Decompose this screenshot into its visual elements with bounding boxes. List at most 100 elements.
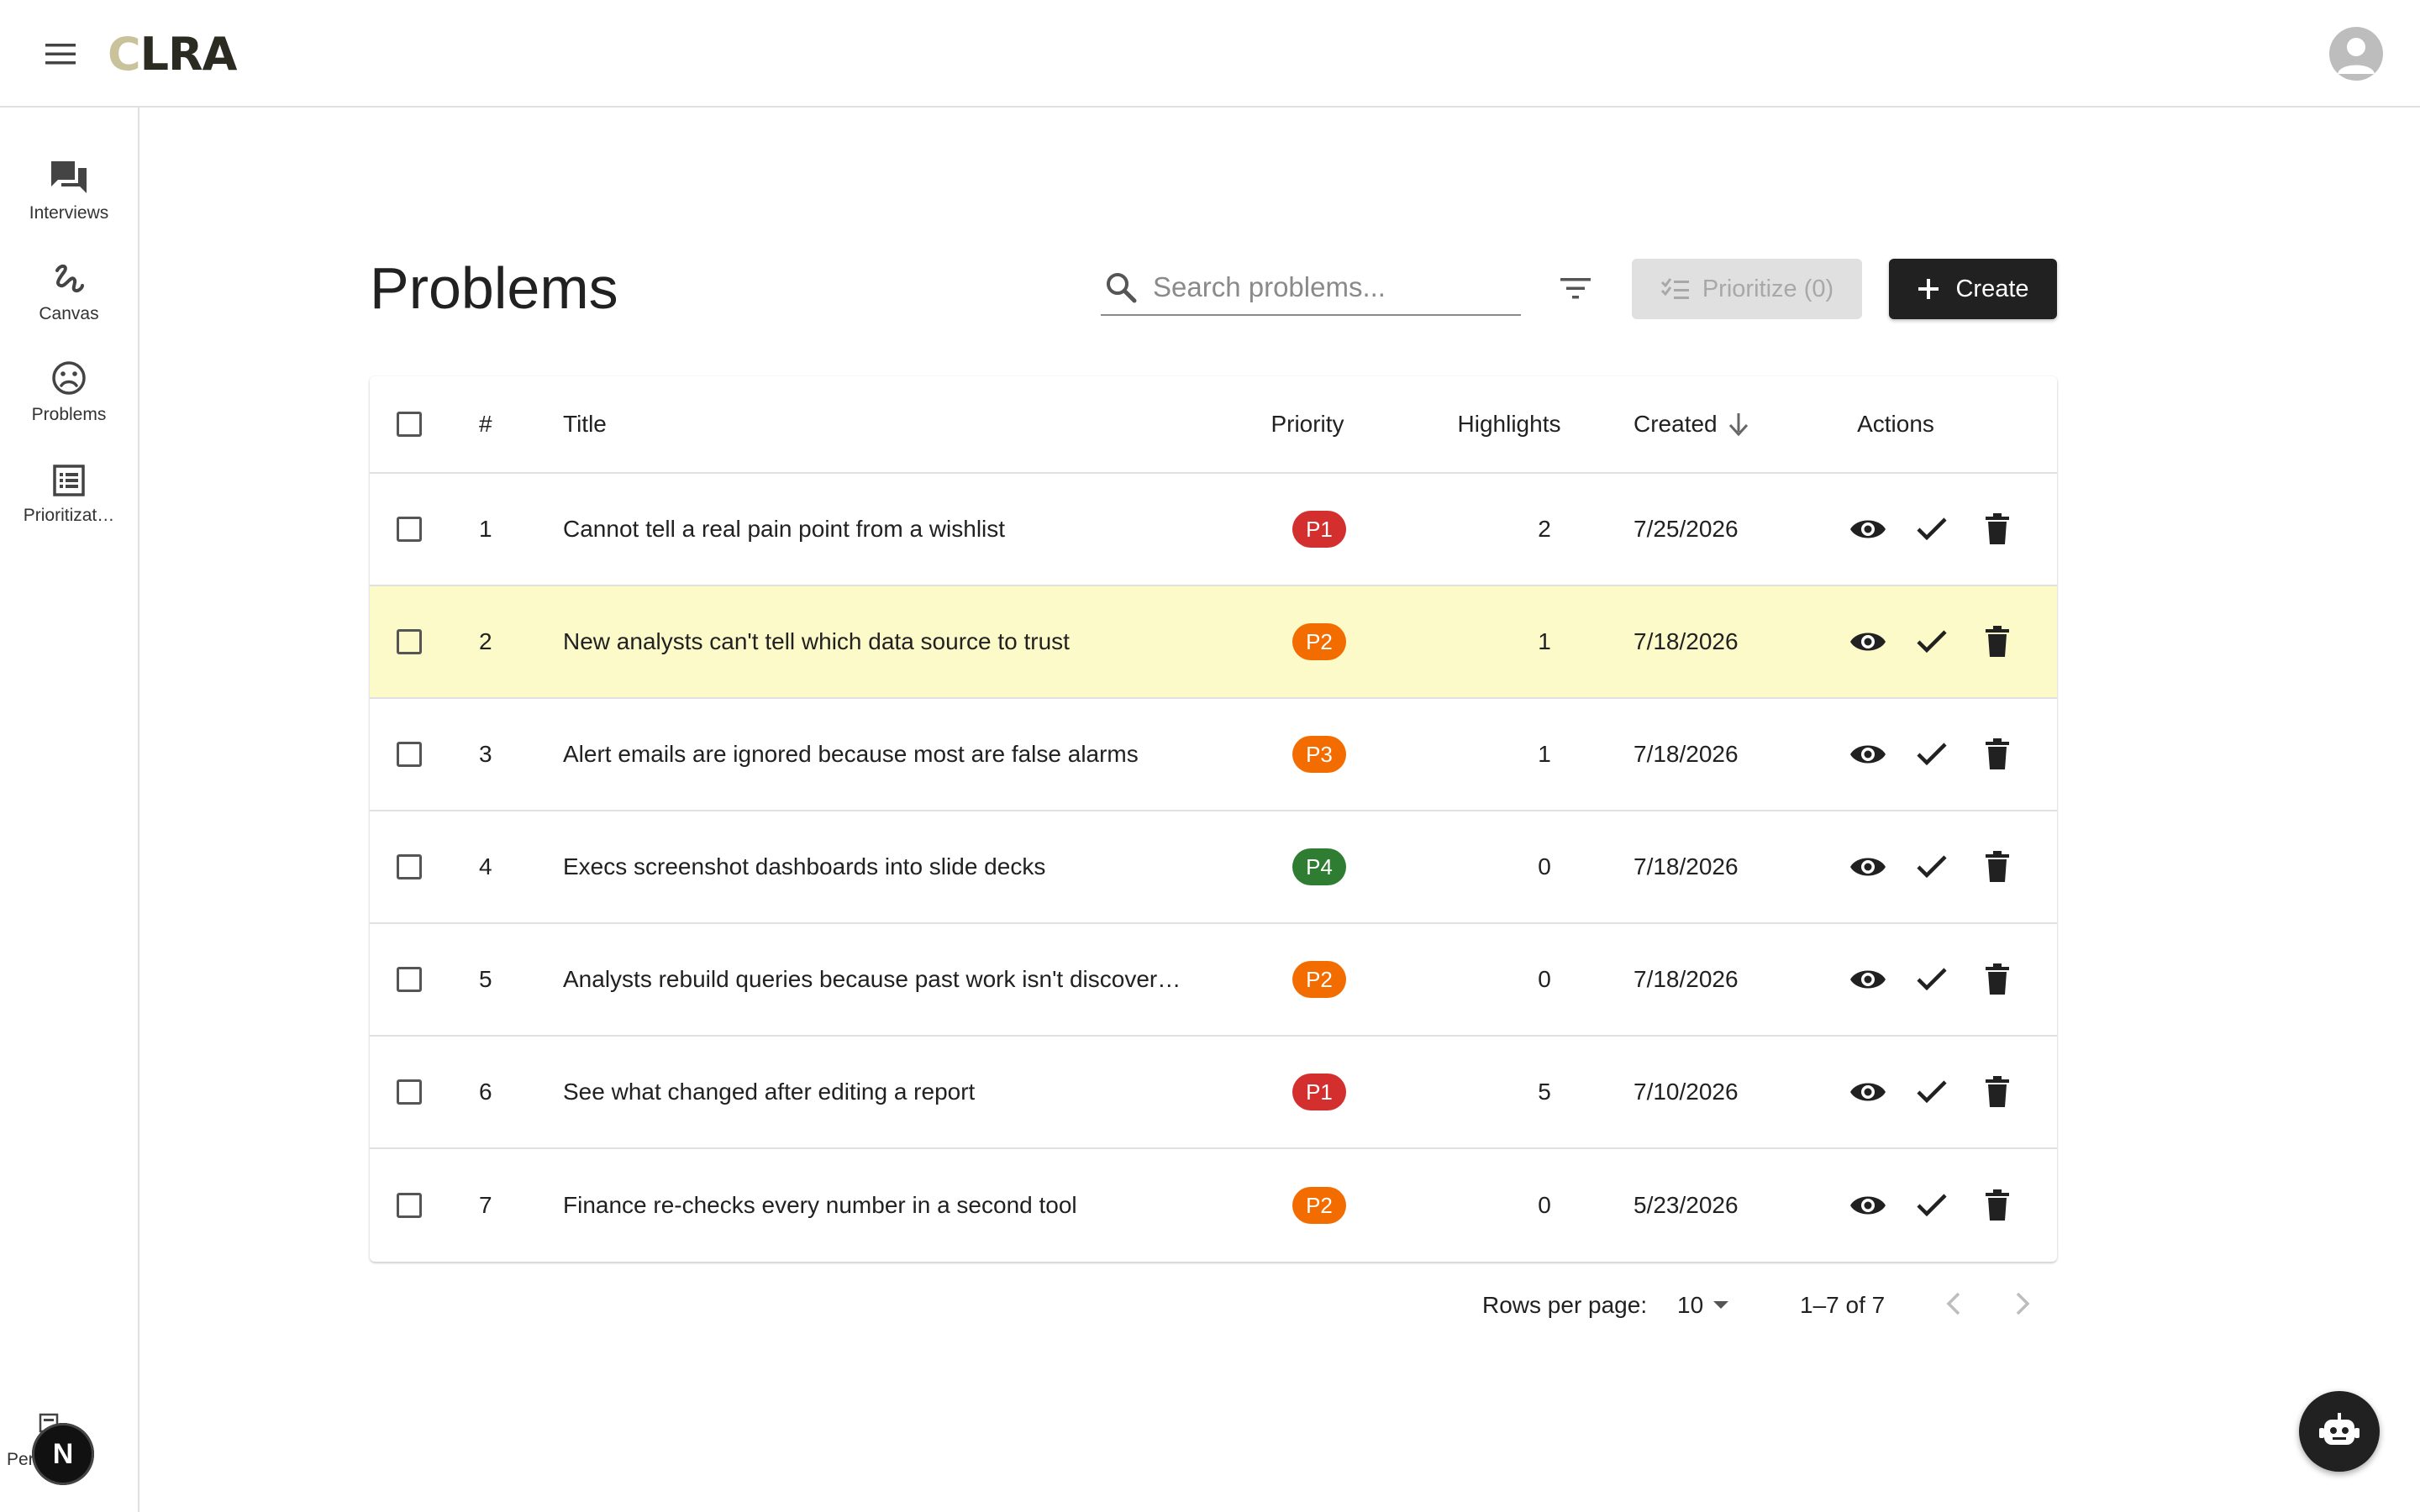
account-icon	[2338, 38, 2375, 74]
logo-letter: C	[108, 27, 141, 81]
check-icon	[1917, 855, 1947, 879]
row-checkbox[interactable]	[397, 742, 422, 767]
delete-button[interactable]	[1985, 699, 2010, 810]
column-header-created-label: Created	[1634, 411, 1718, 437]
row-number: 5	[479, 966, 492, 992]
logo-rest: LRA	[139, 27, 238, 81]
filter-button[interactable]	[1555, 267, 1597, 309]
eye-icon	[1850, 970, 1886, 989]
view-button[interactable]	[1849, 586, 1887, 697]
previous-page-button[interactable]	[1938, 1287, 1971, 1320]
resolve-button[interactable]	[1916, 1037, 1948, 1147]
app-logo[interactable]: C LRA	[108, 25, 238, 82]
row-checkbox[interactable]	[397, 517, 422, 542]
row-title: Alert emails are ignored because most ar…	[563, 741, 1139, 767]
view-button[interactable]	[1849, 699, 1887, 810]
trash-icon	[1986, 626, 2009, 657]
table-row[interactable]: 1 Cannot tell a real pain point from a wi…	[370, 474, 2057, 586]
resolve-button[interactable]	[1916, 586, 1948, 697]
sidebar: Interviews Canvas Problems Prioritizat… …	[0, 108, 139, 1512]
row-highlights: 2	[1538, 516, 1551, 542]
smart-toy-icon	[2319, 1413, 2360, 1445]
column-header-title[interactable]: Title	[563, 376, 1202, 472]
table-row[interactable]: 4 Execs screenshot dashboards into slide …	[370, 811, 2057, 924]
check-icon	[1917, 968, 1947, 991]
page-title: Problems	[370, 255, 618, 321]
chevron-right-icon	[2016, 1292, 2030, 1315]
check-icon	[1917, 1080, 1947, 1104]
row-checkbox[interactable]	[397, 1193, 422, 1218]
view-button[interactable]	[1849, 474, 1887, 585]
prioritize-label: Prioritize (0)	[1702, 275, 1834, 302]
resolve-button[interactable]	[1916, 1149, 1948, 1262]
view-button[interactable]	[1849, 1149, 1887, 1262]
delete-button[interactable]	[1985, 924, 2010, 1035]
trash-icon	[1986, 738, 2009, 769]
priority-badge: P1	[1292, 1074, 1346, 1110]
table-row[interactable]: 7 Finance re-checks every number in a sec…	[370, 1149, 2057, 1262]
view-button[interactable]	[1849, 924, 1887, 1035]
menu-icon	[45, 44, 76, 65]
row-highlights: 5	[1538, 1079, 1551, 1105]
delete-button[interactable]	[1985, 1037, 2010, 1147]
sidebar-item-prioritization[interactable]: Prioritizat…	[0, 455, 138, 548]
sidebar-item-label: Interviews	[29, 203, 109, 223]
delete-button[interactable]	[1985, 586, 2010, 697]
column-header-highlights[interactable]: Highlights	[1425, 376, 1593, 472]
eye-icon	[1850, 633, 1886, 651]
sidebar-item-persona[interactable]: Persona… N	[0, 1399, 138, 1492]
search-input[interactable]	[1153, 264, 1514, 311]
delete-button[interactable]	[1985, 811, 2010, 922]
row-title: Cannot tell a real pain point from a wis…	[563, 516, 1006, 542]
row-created: 7/18/2026	[1634, 741, 1739, 767]
resolve-button[interactable]	[1916, 699, 1948, 810]
row-title: See what changed after editing a report	[563, 1079, 976, 1105]
forum-icon	[51, 161, 87, 193]
rows-per-page-select[interactable]: 10	[1677, 1292, 1730, 1319]
menu-button[interactable]	[37, 34, 84, 74]
plus-icon	[1918, 279, 1939, 299]
table-row[interactable]: 3 Alert emails are ignored because most a…	[370, 699, 2057, 811]
view-button[interactable]	[1849, 1037, 1887, 1147]
eye-icon	[1850, 520, 1886, 538]
delete-button[interactable]	[1985, 474, 2010, 585]
create-button[interactable]: Create	[1889, 259, 2057, 319]
rule-list-icon	[1660, 278, 1689, 299]
row-checkbox[interactable]	[397, 967, 422, 992]
assistant-fab[interactable]	[2299, 1391, 2380, 1472]
check-icon	[1917, 517, 1947, 541]
resolve-button[interactable]	[1916, 811, 1948, 922]
priority-badge: P2	[1292, 623, 1346, 660]
resolve-button[interactable]	[1916, 474, 1948, 585]
row-number: 3	[479, 741, 492, 767]
select-all-checkbox[interactable]	[397, 412, 422, 437]
row-highlights: 0	[1538, 1192, 1551, 1218]
row-highlights: 1	[1538, 741, 1551, 767]
delete-button[interactable]	[1985, 1149, 2010, 1262]
sidebar-item-interviews[interactable]: Interviews	[0, 153, 138, 245]
search-icon	[1107, 273, 1137, 303]
row-title: Execs screenshot dashboards into slide d…	[563, 853, 1046, 879]
column-header-created[interactable]: Created	[1634, 376, 1818, 472]
column-header-priority[interactable]: Priority	[1252, 376, 1363, 472]
filter-list-icon	[1560, 278, 1591, 299]
view-button[interactable]	[1849, 811, 1887, 922]
trash-icon	[1986, 513, 2009, 544]
rows-per-page-label: Rows per page:	[1482, 1292, 1648, 1318]
n-badge[interactable]: N	[32, 1423, 94, 1485]
sidebar-item-label: Canvas	[39, 304, 99, 323]
row-checkbox[interactable]	[397, 629, 422, 654]
row-created: 7/10/2026	[1634, 1079, 1739, 1105]
table-row[interactable]: 6 See what changed after editing a report…	[370, 1037, 2057, 1149]
prioritize-button[interactable]: Prioritize (0)	[1632, 259, 1862, 319]
sidebar-item-problems[interactable]: Problems	[0, 354, 138, 447]
row-checkbox[interactable]	[397, 1079, 422, 1105]
table-row[interactable]: 5 Analysts rebuild queries because past w…	[370, 924, 2057, 1037]
user-avatar[interactable]	[2329, 27, 2383, 81]
sidebar-item-canvas[interactable]: Canvas	[0, 254, 138, 346]
next-page-button[interactable]	[2005, 1287, 2039, 1320]
resolve-button[interactable]	[1916, 924, 1948, 1035]
row-checkbox[interactable]	[397, 854, 422, 879]
sidebar-item-label: Prioritizat…	[23, 506, 115, 525]
table-row[interactable]: 2 New analysts can't tell which data sour…	[370, 586, 2057, 699]
